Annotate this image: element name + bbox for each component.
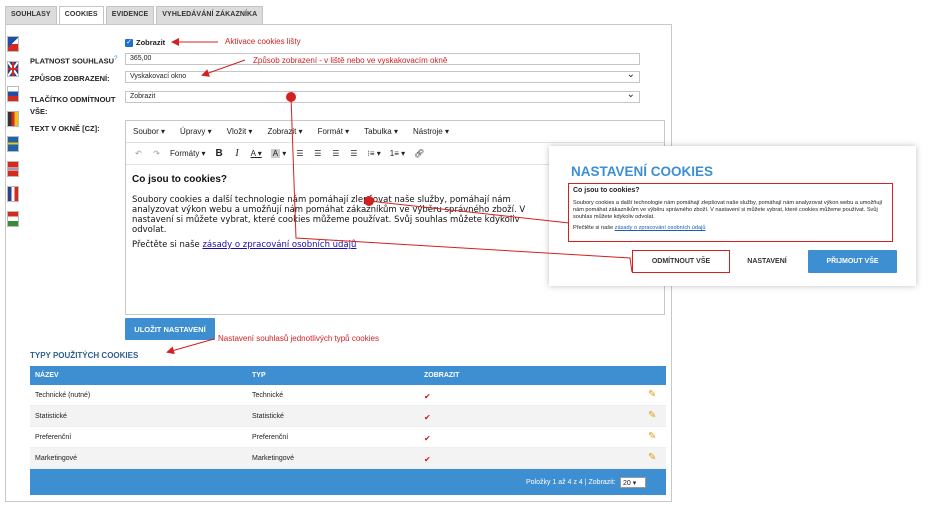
table-row: Marketingové Marketingové ✔ ✎ — [30, 448, 666, 469]
edit-pencil-icon[interactable]: ✎ — [648, 431, 656, 442]
table-row: Technické (nutné) Technické ✔ ✎ — [30, 385, 666, 406]
cell-name: Technické (nutné) — [35, 392, 91, 399]
display-mode-label: ZPŮSOB ZOBRAZENÍ: — [30, 74, 110, 83]
edit-pencil-icon[interactable]: ✎ — [648, 410, 656, 421]
flag-sk-icon[interactable] — [7, 86, 19, 102]
italic-icon[interactable]: I — [233, 148, 242, 159]
cell-type: Marketingové — [252, 455, 295, 462]
menu-format[interactable]: Formát ▾ — [318, 127, 350, 136]
cookie-types-table: NÁZEV TYP ZOBRAZIT Technické (nutné) Tec… — [30, 366, 666, 495]
popup-link-line: Přečtěte si naše zásady o zpracování oso… — [573, 225, 706, 231]
menu-file[interactable]: Soubor ▾ — [133, 127, 165, 136]
cookie-consent-popup: NASTAVENÍ COOKIES Co jsou to cookies? So… — [549, 146, 916, 286]
tab-customer-search[interactable]: VYHLEDÁVÁNÍ ZÁKAZNÍKA — [156, 6, 264, 26]
popup-paragraph: Soubory cookies a další technologie nám … — [573, 200, 883, 220]
tab-cookies[interactable]: COOKIES — [58, 6, 104, 26]
checkmark-icon: ✔ — [424, 455, 431, 464]
checkmark-icon: ✔ — [424, 434, 431, 443]
table-header: NÁZEV TYP ZOBRAZIT — [30, 366, 666, 385]
menu-view[interactable]: Zobrazit ▾ — [267, 127, 302, 136]
popup-privacy-link[interactable]: zásady o zpracování osobních údajů — [615, 225, 706, 231]
pagination-info: Položky 1 až 4 z 4 | Zobrazit: — [526, 479, 616, 486]
page-size-select[interactable]: 20 ▾ — [620, 477, 646, 488]
checkmark-icon: ✔ — [424, 413, 431, 422]
annotation-types: Nastavení souhlasů jednotlivých typů coo… — [218, 334, 379, 343]
editor-paragraph: Soubory cookies a další technologie nám … — [132, 195, 526, 235]
popup-title: NASTAVENÍ COOKIES — [571, 164, 714, 179]
numbered-list-icon[interactable]: 1≡ ▾ — [390, 149, 405, 158]
validity-label: PLATNOST SOUHLASU? — [30, 55, 118, 66]
privacy-policy-link[interactable]: zásady o zpracování osobních údajů — [202, 240, 356, 250]
accept-all-button[interactable]: PŘIJMOUT VŠE — [808, 250, 897, 273]
reject-all-button[interactable]: ODMÍTNOUT VŠE — [632, 250, 730, 273]
checkmark-icon: ✔ — [424, 392, 431, 401]
editor-menubar: Soubor ▾ Úpravy ▾ Vložit ▾ Zobrazit ▾ Fo… — [126, 121, 664, 143]
flag-se-icon[interactable] — [7, 136, 19, 152]
bullet-list-icon[interactable]: ⁝≡ ▾ — [367, 149, 380, 158]
cell-name: Preferenční — [35, 434, 72, 441]
link-icon[interactable]: 🔗︎ — [414, 149, 424, 158]
help-icon[interactable]: ? — [114, 55, 117, 62]
cell-name: Marketingové — [35, 455, 78, 462]
tab-bar: SOUHLASY COOKIES EVIDENCE VYHLEDÁVÁNÍ ZÁ… — [5, 6, 264, 26]
menu-table[interactable]: Tabulka ▾ — [364, 127, 398, 136]
table-row: Preferenční Preferenční ✔ ✎ — [30, 427, 666, 448]
col-type-header[interactable]: TYP — [252, 372, 266, 379]
text-color-icon[interactable]: A ▾ — [251, 149, 262, 158]
display-mode-select[interactable]: Vyskakovací okno — [125, 69, 640, 83]
background-color-icon[interactable]: A ▾ — [270, 149, 286, 158]
popup-heading: Co jsou to cookies? — [573, 187, 640, 194]
col-name-header[interactable]: NÁZEV — [35, 372, 59, 379]
save-settings-button[interactable]: ULOŽIT NASTAVENÍ — [125, 318, 215, 340]
menu-tools[interactable]: Nástroje ▾ — [413, 127, 449, 136]
align-left-icon[interactable]: ☰ — [295, 149, 304, 158]
menu-insert[interactable]: Vložit ▾ — [227, 127, 253, 136]
show-checkbox[interactable]: ✓ — [125, 38, 133, 47]
edit-pencil-icon[interactable]: ✎ — [648, 389, 656, 400]
reject-button-select[interactable]: Zobrazit — [125, 89, 640, 103]
language-flags — [7, 36, 19, 236]
edit-pencil-icon[interactable]: ✎ — [648, 452, 656, 463]
settings-button[interactable]: NASTAVENÍ — [739, 250, 795, 273]
cell-type: Technické — [252, 392, 284, 399]
show-checkbox-row: ✓ Zobrazit — [125, 38, 165, 47]
annotation-activation: Aktivace cookies lišty — [225, 37, 301, 46]
table-row: Statistické Statistické ✔ ✎ — [30, 406, 666, 427]
bold-icon[interactable]: B — [215, 148, 224, 159]
flag-no-icon[interactable] — [7, 161, 19, 177]
undo-icon[interactable]: ↶ — [134, 149, 143, 158]
cookie-types-title: TYPY POUŽITÝCH COOKIES — [30, 351, 139, 360]
flag-fr-icon[interactable] — [7, 186, 19, 202]
flag-hu-icon[interactable] — [7, 211, 19, 227]
menu-edit[interactable]: Úpravy ▾ — [180, 127, 212, 136]
reject-button-label: TLAČÍTKO ODMÍTNOUT VŠE: — [30, 95, 116, 116]
flag-cz-icon[interactable] — [7, 36, 19, 52]
cell-name: Statistické — [35, 413, 67, 420]
align-right-icon[interactable]: ☰ — [331, 149, 340, 158]
flag-gb-icon[interactable] — [7, 61, 19, 77]
col-show-header[interactable]: ZOBRAZIT — [424, 372, 459, 379]
align-center-icon[interactable]: ☰ — [313, 149, 322, 158]
annotation-display-mode: Způsob zobrazení - v liště nebo ve vyska… — [253, 56, 448, 65]
table-footer: Položky 1 až 4 z 4 | Zobrazit: 20 ▾ — [30, 469, 666, 495]
formats-dropdown[interactable]: Formáty ▾ — [170, 149, 206, 158]
cell-type: Statistické — [252, 413, 284, 420]
text-label: TEXT V OKNĚ [CZ]: — [30, 124, 100, 133]
align-justify-icon[interactable]: ☰ — [349, 149, 358, 158]
show-checkbox-label: Zobrazit — [136, 38, 166, 47]
tab-souhlasy[interactable]: SOUHLASY — [5, 6, 57, 26]
cell-type: Preferenční — [252, 434, 289, 441]
popup-text-box: Co jsou to cookies? Soubory cookies a da… — [568, 183, 893, 242]
flag-de-icon[interactable] — [7, 111, 19, 127]
tab-evidence[interactable]: EVIDENCE — [105, 6, 155, 26]
redo-icon[interactable]: ↷ — [152, 149, 161, 158]
